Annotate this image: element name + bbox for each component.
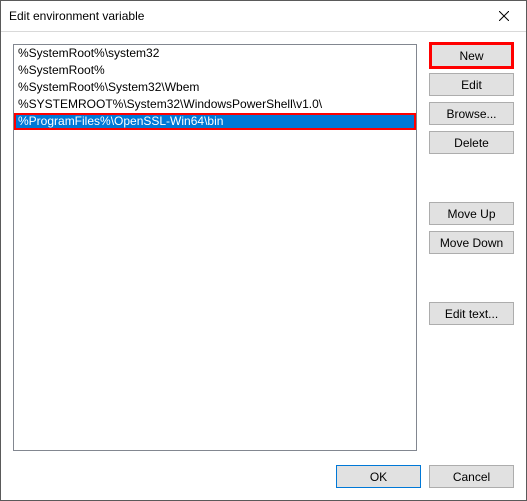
main-row: %SystemRoot%\system32%SystemRoot%%System… [13, 44, 514, 451]
dialog-body: %SystemRoot%\system32%SystemRoot%%System… [1, 32, 526, 500]
browse-button[interactable]: Browse... [429, 102, 514, 125]
cancel-button[interactable]: Cancel [429, 465, 514, 488]
close-button[interactable] [481, 1, 526, 31]
move-up-button[interactable]: Move Up [429, 202, 514, 225]
edit-button[interactable]: Edit [429, 73, 514, 96]
path-item[interactable]: %SystemRoot% [14, 62, 416, 79]
dialog-footer: OK Cancel [13, 451, 514, 488]
edit-text-button[interactable]: Edit text... [429, 302, 514, 325]
delete-button[interactable]: Delete [429, 131, 514, 154]
move-down-button[interactable]: Move Down [429, 231, 514, 254]
button-sidebar: New Edit Browse... Delete Move Up Move D… [429, 44, 514, 451]
window-title: Edit environment variable [9, 9, 481, 23]
path-item[interactable]: %SystemRoot%\System32\Wbem [14, 79, 416, 96]
path-item[interactable]: %SystemRoot%\system32 [14, 45, 416, 62]
path-listbox[interactable]: %SystemRoot%\system32%SystemRoot%%System… [13, 44, 417, 451]
path-item[interactable]: %ProgramFiles%\OpenSSL-Win64\bin [14, 113, 416, 130]
titlebar: Edit environment variable [1, 1, 526, 32]
new-button[interactable]: New [429, 42, 514, 69]
path-item[interactable]: %SYSTEMROOT%\System32\WindowsPowerShell\… [14, 96, 416, 113]
close-icon [499, 11, 509, 21]
ok-button[interactable]: OK [336, 465, 421, 488]
dialog-window: Edit environment variable %SystemRoot%\s… [0, 0, 527, 501]
